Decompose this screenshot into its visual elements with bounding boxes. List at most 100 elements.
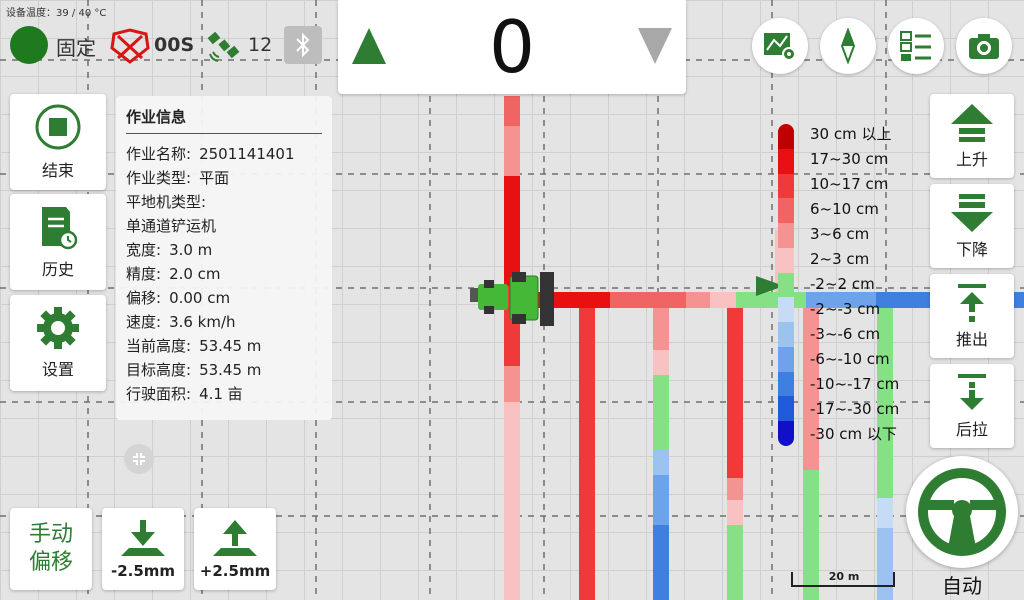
history-icon xyxy=(42,207,78,250)
correction-age-label: 00S xyxy=(154,34,195,56)
collapse-panel-button[interactable] xyxy=(124,444,154,474)
precision-row: 精度: 2.0 cm xyxy=(126,262,322,286)
precision-label: 精度: xyxy=(126,265,162,283)
legend-swatch xyxy=(778,297,794,323)
scale-label: 20 m xyxy=(828,570,860,583)
elevation-legend-bar xyxy=(778,124,794,446)
legend-label: -17~-30 cm xyxy=(810,400,900,418)
legend-label: -6~-10 cm xyxy=(810,350,890,368)
pull-back-button[interactable]: 后拉 xyxy=(930,364,1014,448)
legend-label: 17~30 cm xyxy=(810,150,889,168)
legend-swatch xyxy=(778,421,794,446)
job-type-row: 作业类型: 平面 xyxy=(126,166,322,190)
settings-button[interactable]: 设置 xyxy=(10,295,106,391)
raise-blade-button[interactable]: 上升 xyxy=(930,94,1014,178)
leveler-type-value: 单通道铲运机 xyxy=(126,217,217,235)
fix-status-dot xyxy=(10,26,48,64)
task-list-icon xyxy=(900,31,931,61)
area-value: 4.1 亩 xyxy=(199,385,243,403)
history-button[interactable]: 历史 xyxy=(10,194,106,290)
legend-label: -10~-17 cm xyxy=(810,375,900,393)
auto-steer-button[interactable] xyxy=(906,456,1018,568)
collapse-icon xyxy=(133,453,145,465)
correction-age-icon xyxy=(110,28,150,64)
offset-value: 0.00 cm xyxy=(169,289,231,307)
lower-blade-button[interactable]: 下降 xyxy=(930,184,1014,268)
camera-icon xyxy=(969,34,999,59)
pull-back-label: 后拉 xyxy=(955,420,988,439)
precision-value: 2.0 cm xyxy=(169,265,221,283)
current-height-row: 当前高度: 53.45 m xyxy=(126,334,322,358)
legend-label: 3~6 cm xyxy=(810,225,870,243)
bluetooth-icon xyxy=(296,32,310,58)
offset-label: 偏移: xyxy=(126,289,162,307)
area-row: 行驶面积: 4.1 亩 xyxy=(126,382,322,406)
history-label: 历史 xyxy=(41,260,74,279)
compass-button[interactable] xyxy=(820,18,876,74)
legend-label: -2~-3 cm xyxy=(810,300,881,318)
offset-plus-button[interactable]: +2.5mm xyxy=(194,508,276,590)
legend-label: 6~10 cm xyxy=(810,200,879,218)
target-height-label: 目标高度: xyxy=(126,361,192,379)
push-out-button[interactable]: 推出 xyxy=(930,274,1014,358)
task-list-button[interactable] xyxy=(888,18,944,74)
lower-blade-label: 下降 xyxy=(955,240,988,259)
settings-label: 设置 xyxy=(41,360,74,379)
height-delta-value: 0 xyxy=(489,5,535,89)
job-name-row: 作业名称: 2501141401 xyxy=(126,142,322,166)
arrow-down-icon xyxy=(951,194,993,232)
legend-label: -2~2 cm xyxy=(810,275,875,293)
legend-swatch xyxy=(778,223,794,248)
speed-label: 速度: xyxy=(126,313,162,331)
legend-label: -3~-6 cm xyxy=(810,325,881,343)
bluetooth-button[interactable] xyxy=(284,26,322,64)
offset-row: 偏移: 0.00 cm xyxy=(126,286,322,310)
height-indicator-panel: 0 xyxy=(338,0,686,94)
offset-up-icon xyxy=(213,520,257,556)
map-settings-icon xyxy=(764,33,796,61)
end-job-button[interactable]: 结束 xyxy=(10,94,106,190)
raise-blade-label: 上升 xyxy=(955,150,988,169)
legend-label: 30 cm 以上 xyxy=(810,125,892,143)
compass-icon xyxy=(840,28,856,64)
legend-swatch xyxy=(778,247,794,273)
legend-swatch xyxy=(778,124,794,149)
leveler-type-label: 平地机类型: xyxy=(126,193,207,211)
end-job-label: 结束 xyxy=(41,161,74,180)
legend-swatch xyxy=(778,371,794,397)
satellite-icon xyxy=(207,31,240,62)
job-type-value: 平面 xyxy=(199,169,230,187)
manual-offset-button[interactable]: 手动 偏移 xyxy=(10,508,92,590)
area-label: 行驶面积: xyxy=(126,385,192,403)
arrow-up-icon xyxy=(951,104,993,142)
current-height-value: 53.45 m xyxy=(199,337,262,355)
target-height-value: 53.45 m xyxy=(199,361,262,379)
tractor-vehicle xyxy=(470,272,554,326)
legend-label: -30 cm 以下 xyxy=(810,425,897,443)
offset-plus-label: +2.5mm xyxy=(199,562,271,580)
camera-button[interactable] xyxy=(956,18,1012,74)
legend-swatch xyxy=(778,396,794,422)
legend-swatch xyxy=(778,272,794,298)
legend-label: 2~3 cm xyxy=(810,250,870,268)
satellite-count: 12 xyxy=(248,34,273,56)
offset-minus-button[interactable]: -2.5mm xyxy=(102,508,184,590)
manual-offset-label: 手动 偏移 xyxy=(28,522,73,575)
lower-indicator-icon xyxy=(638,28,672,64)
job-info-title: 作业信息 xyxy=(126,106,322,134)
speed-value: 3.6 km/h xyxy=(169,313,236,331)
push-out-icon xyxy=(958,284,986,322)
width-label: 宽度: xyxy=(126,241,162,259)
target-height-row: 目标高度: 53.45 m xyxy=(126,358,322,382)
offset-down-icon xyxy=(121,520,165,556)
legend-label: 10~17 cm xyxy=(810,175,889,193)
job-name-value: 2501141401 xyxy=(199,145,295,163)
job-info-panel: 作业信息 作业名称: 2501141401 作业类型: 平面 平地机类型: 单通道铲… xyxy=(116,96,332,420)
width-value: 3.0 m xyxy=(169,241,213,259)
device-temperature: 设备温度：39 / 40 °C xyxy=(6,8,107,19)
legend-swatch xyxy=(778,346,794,372)
speed-row: 速度: 3.6 km/h xyxy=(126,310,322,334)
legend-swatch xyxy=(778,148,794,174)
job-name-label: 作业名称: xyxy=(126,145,192,163)
map-settings-button[interactable] xyxy=(752,18,808,74)
